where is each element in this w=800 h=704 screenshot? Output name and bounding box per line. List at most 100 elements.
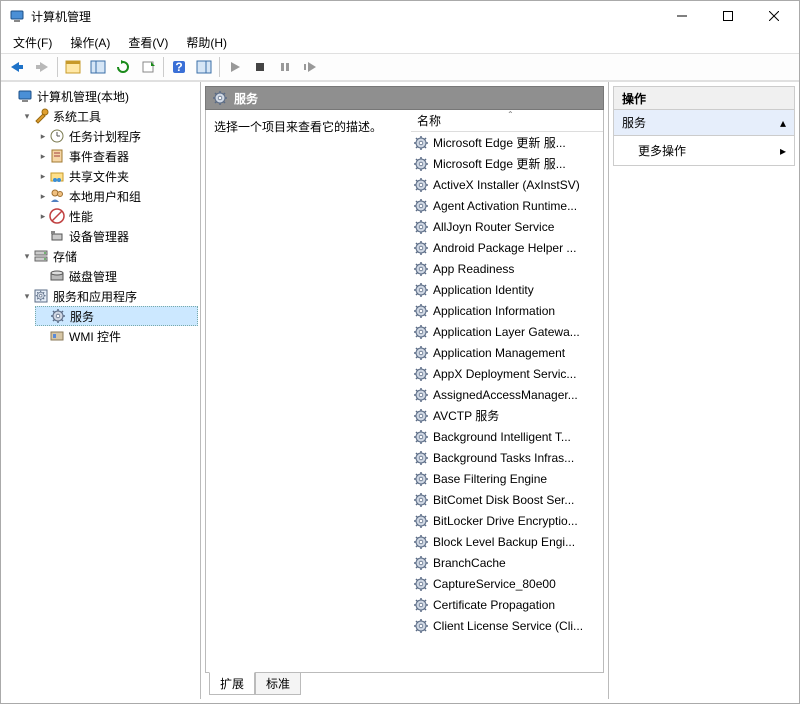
pause-button[interactable]	[273, 55, 297, 79]
tree-label: 事件查看器	[69, 148, 129, 165]
gear-icon	[413, 429, 429, 445]
service-name: ActiveX Installer (AxInstSV)	[433, 178, 580, 192]
service-row[interactable]: Certificate Propagation	[411, 594, 603, 615]
tree-system-tools[interactable]: ▾ 系统工具	[19, 106, 198, 126]
menu-action[interactable]: 操作(A)	[62, 32, 118, 53]
service-row[interactable]: Application Identity	[411, 279, 603, 300]
service-row[interactable]: Microsoft Edge 更新 服...	[411, 132, 603, 153]
tree-device-manager[interactable]: 设备管理器	[35, 226, 198, 246]
gear-icon	[413, 240, 429, 256]
computer-icon	[17, 88, 33, 104]
tree-disk-management[interactable]: 磁盘管理	[35, 266, 198, 286]
menu-file[interactable]: 文件(F)	[5, 32, 60, 53]
start-button[interactable]	[223, 55, 247, 79]
tab-extended[interactable]: 扩展	[209, 672, 255, 695]
gear-icon	[413, 156, 429, 172]
action-more[interactable]: 更多操作 ▸	[613, 136, 795, 166]
service-row[interactable]: AppX Deployment Servic...	[411, 363, 603, 384]
service-row[interactable]: Application Layer Gatewa...	[411, 321, 603, 342]
caret-right-icon[interactable]: ▸	[37, 211, 49, 222]
services-apps-icon	[33, 288, 49, 304]
tree-services[interactable]: 服务	[35, 306, 198, 326]
refresh-button[interactable]	[111, 55, 135, 79]
gear-icon	[413, 282, 429, 298]
caret-down-icon[interactable]: ▾	[21, 251, 33, 262]
gear-icon	[413, 303, 429, 319]
service-row[interactable]: Background Intelligent T...	[411, 426, 603, 447]
tree-label: 共享文件夹	[69, 168, 129, 185]
gear-icon	[413, 450, 429, 466]
back-button[interactable]	[5, 55, 29, 79]
service-row[interactable]: ActiveX Installer (AxInstSV)	[411, 174, 603, 195]
tree-label: 服务和应用程序	[53, 288, 137, 305]
service-row[interactable]: AVCTP 服务	[411, 405, 603, 426]
service-rows[interactable]: Microsoft Edge 更新 服...Microsoft Edge 更新 …	[411, 132, 603, 672]
service-row[interactable]: Background Tasks Infras...	[411, 447, 603, 468]
show-hide-action-button[interactable]	[192, 55, 216, 79]
service-row[interactable]: Block Level Backup Engi...	[411, 531, 603, 552]
service-name: AVCTP 服务	[433, 407, 499, 424]
service-row[interactable]: Microsoft Edge 更新 服...	[411, 153, 603, 174]
caret-right-icon[interactable]: ▸	[37, 191, 49, 202]
tree-performance[interactable]: ▸ 性能	[35, 206, 198, 226]
tree-storage[interactable]: ▾ 存储	[19, 246, 198, 266]
help-button[interactable]: ?	[167, 55, 191, 79]
tools-icon	[33, 108, 49, 124]
tree-local-users[interactable]: ▸ 本地用户和组	[35, 186, 198, 206]
service-row[interactable]: BitComet Disk Boost Ser...	[411, 489, 603, 510]
export-button[interactable]	[136, 55, 160, 79]
caret-right-icon[interactable]: ▸	[37, 171, 49, 182]
app-icon	[9, 8, 25, 24]
maximize-button[interactable]	[705, 1, 751, 31]
service-row[interactable]: BitLocker Drive Encryptio...	[411, 510, 603, 531]
service-name: Application Management	[433, 346, 565, 360]
service-row[interactable]: AssignedAccessManager...	[411, 384, 603, 405]
actions-section-services[interactable]: 服务 ▴	[613, 110, 795, 136]
caret-down-icon[interactable]: ▾	[21, 291, 33, 302]
service-row[interactable]: CaptureService_80e00	[411, 573, 603, 594]
service-row[interactable]: Android Package Helper ...	[411, 237, 603, 258]
minimize-button[interactable]	[659, 1, 705, 31]
titlebar: 计算机管理	[1, 1, 799, 31]
stop-button[interactable]	[248, 55, 272, 79]
tree-pane[interactable]: 计算机管理(本地) ▾ 系统工具 ▸任务计划程序 ▸ 事件查看器 ▸ 共享文件夹	[1, 82, 201, 699]
caret-down-icon[interactable]: ▾	[21, 111, 33, 122]
tree-label: 性能	[69, 208, 93, 225]
service-name: Base Filtering Engine	[433, 472, 547, 486]
service-row[interactable]: AllJoyn Router Service	[411, 216, 603, 237]
caret-right-icon[interactable]: ▸	[37, 151, 49, 162]
service-row[interactable]: BranchCache	[411, 552, 603, 573]
service-name: CaptureService_80e00	[433, 577, 556, 591]
service-name: AssignedAccessManager...	[433, 388, 578, 402]
tree-services-apps[interactable]: ▾ 服务和应用程序	[19, 286, 198, 306]
disk-icon	[49, 268, 65, 284]
service-name: App Readiness	[433, 262, 514, 276]
menu-help[interactable]: 帮助(H)	[178, 32, 235, 53]
service-row[interactable]: Agent Activation Runtime...	[411, 195, 603, 216]
service-row[interactable]: Base Filtering Engine	[411, 468, 603, 489]
gear-icon	[413, 177, 429, 193]
tree-root[interactable]: 计算机管理(本地)	[3, 86, 198, 106]
tree-task-scheduler[interactable]: ▸任务计划程序	[35, 126, 198, 146]
list-header[interactable]: 名称 ⌃	[411, 110, 603, 132]
menu-view[interactable]: 查看(V)	[120, 32, 176, 53]
service-row[interactable]: App Readiness	[411, 258, 603, 279]
show-hide-tree-button[interactable]	[61, 55, 85, 79]
caret-right-icon[interactable]: ▸	[37, 131, 49, 142]
service-name: Client License Service (Cli...	[433, 619, 583, 633]
tree-label: 本地用户和组	[69, 188, 141, 205]
service-row[interactable]: Application Information	[411, 300, 603, 321]
tree-wmi[interactable]: WMI 控件	[35, 326, 198, 346]
menubar: 文件(F) 操作(A) 查看(V) 帮助(H)	[1, 31, 799, 53]
close-button[interactable]	[751, 1, 797, 31]
service-name: Background Intelligent T...	[433, 430, 571, 444]
restart-button[interactable]	[298, 55, 322, 79]
tree-event-viewer[interactable]: ▸ 事件查看器	[35, 146, 198, 166]
tab-standard[interactable]: 标准	[255, 673, 301, 695]
forward-button[interactable]	[30, 55, 54, 79]
tree-shared-folders[interactable]: ▸ 共享文件夹	[35, 166, 198, 186]
service-row[interactable]: Client License Service (Cli...	[411, 615, 603, 636]
gear-icon	[413, 366, 429, 382]
service-row[interactable]: Application Management	[411, 342, 603, 363]
properties-button[interactable]	[86, 55, 110, 79]
